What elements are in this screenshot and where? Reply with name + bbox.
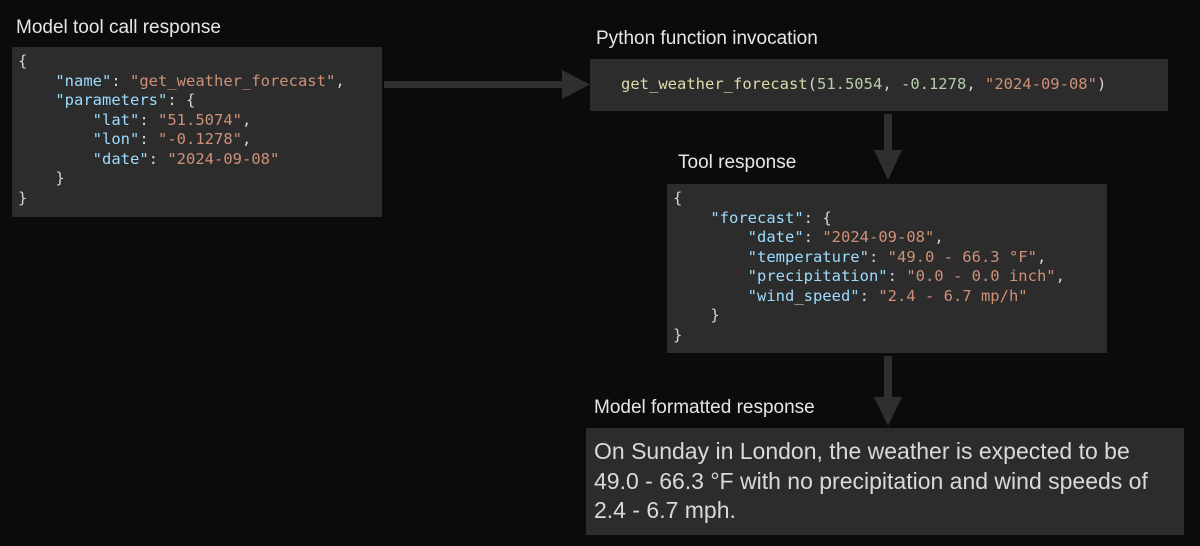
arrow-right-icon (384, 70, 590, 99)
flow-arrows (384, 70, 902, 426)
arrow-down-icon-2 (874, 356, 902, 426)
arrow-down-icon (874, 114, 902, 180)
